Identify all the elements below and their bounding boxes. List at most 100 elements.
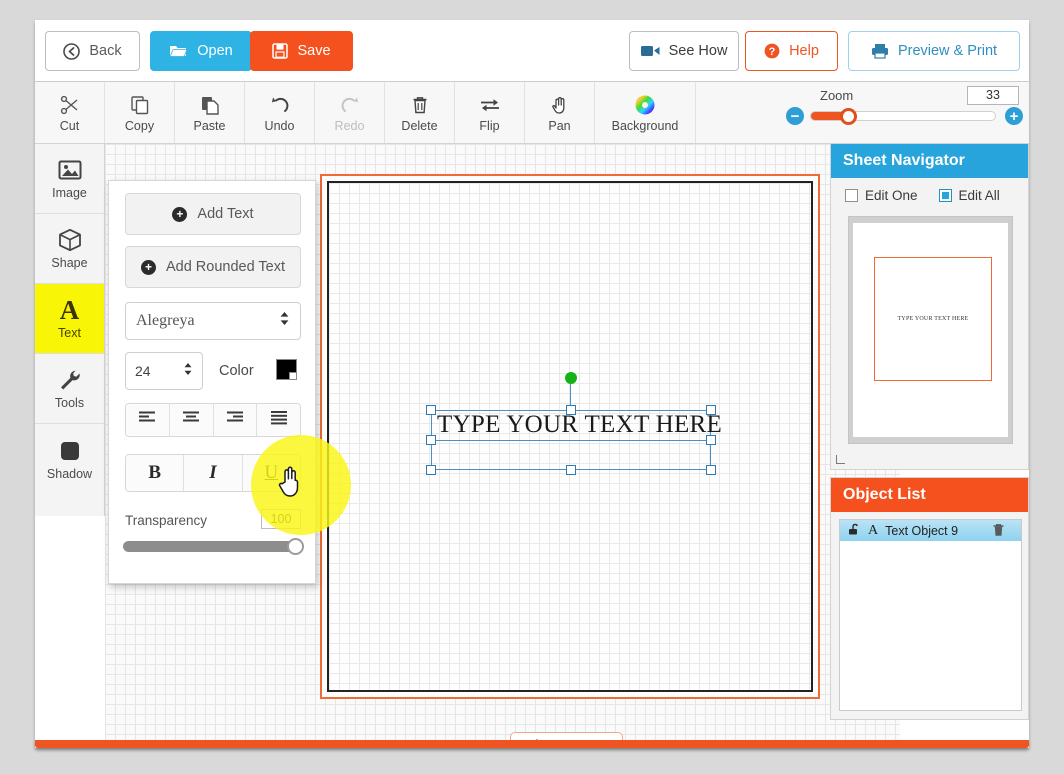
cut-button[interactable]: Cut xyxy=(35,82,105,143)
cut-label: Cut xyxy=(59,118,80,133)
object-list-box[interactable]: A Text Object 9 xyxy=(839,519,1022,711)
edit-mode-options: Edit One Edit All xyxy=(845,188,1000,203)
align-center-button[interactable] xyxy=(169,404,214,436)
paste-button[interactable]: Paste xyxy=(175,82,245,143)
text-color-swatch[interactable] xyxy=(276,359,297,380)
selected-text-object[interactable]: TYPE YOUR TEXT HERE xyxy=(426,372,722,475)
underline-button[interactable]: U xyxy=(242,455,300,491)
font-size-value: 24 xyxy=(135,363,151,379)
flip-arrows-icon xyxy=(479,93,501,117)
help-button-label: Help xyxy=(789,43,819,59)
delete-object-icon[interactable] xyxy=(992,523,1005,540)
object-name: Text Object 9 xyxy=(885,523,959,538)
bold-button[interactable]: B xyxy=(126,455,185,491)
font-family-value: Alegreya xyxy=(136,312,195,329)
resize-handle-ne[interactable] xyxy=(706,405,716,415)
help-button[interactable]: ? Help xyxy=(745,31,838,71)
sidebar-item-label: Image xyxy=(52,186,87,200)
edit-one-checkbox[interactable] xyxy=(845,189,858,202)
see-how-button[interactable]: See How xyxy=(629,31,739,71)
align-justify-button[interactable] xyxy=(257,404,300,436)
edit-one-option[interactable]: Edit One xyxy=(845,188,918,203)
flip-button[interactable]: Flip xyxy=(455,82,525,143)
align-justify-icon xyxy=(269,410,289,430)
folder-open-icon xyxy=(169,43,188,59)
zoom-out-button[interactable]: − xyxy=(786,107,804,125)
font-family-select[interactable]: Alegreya xyxy=(125,302,301,340)
pan-button[interactable]: Pan xyxy=(525,82,595,143)
copy-label: Copy xyxy=(124,118,155,133)
object-list-panel: Object List A Text Object 9 xyxy=(830,477,1029,720)
resize-handle-sw[interactable] xyxy=(426,465,436,475)
app-bottom-accent-bar xyxy=(35,740,1029,748)
transparency-label: Transparency xyxy=(125,513,208,528)
svg-text:?: ? xyxy=(769,46,776,58)
sidebar-item-shape[interactable]: Shape xyxy=(35,214,104,284)
italic-button[interactable]: I xyxy=(184,455,243,491)
selection-midline xyxy=(431,440,711,441)
undo-button[interactable]: Undo xyxy=(245,82,315,143)
edit-all-option[interactable]: Edit All xyxy=(938,188,1000,203)
font-size-stepper[interactable]: 24 xyxy=(125,352,203,390)
zoom-label: Zoom xyxy=(820,88,854,103)
panel-resize-handle[interactable] xyxy=(836,455,845,464)
align-right-button[interactable] xyxy=(213,404,258,436)
add-text-button[interactable]: + Add Text xyxy=(125,193,301,235)
settings-button[interactable]: Settings xyxy=(510,732,623,740)
object-list-title: Object List xyxy=(831,478,1028,512)
transparency-slider-track[interactable] xyxy=(123,538,304,555)
sidebar-item-image[interactable]: Image xyxy=(35,144,104,214)
picture-icon xyxy=(58,157,82,183)
resize-handle-n[interactable] xyxy=(566,405,576,415)
save-button[interactable]: Save xyxy=(250,31,353,71)
save-button-label: Save xyxy=(297,43,331,59)
zoom-slider-track[interactable] xyxy=(810,108,996,125)
transparency-value-input[interactable]: 100 xyxy=(261,509,301,529)
sidebar-item-shadow[interactable]: Shadow xyxy=(35,424,104,494)
copy-button[interactable]: Copy xyxy=(105,82,175,143)
sheet-thumbnail-text: TYPE YOUR TEXT HERE xyxy=(897,316,969,322)
resize-handle-nw[interactable] xyxy=(426,405,436,415)
text-align-group xyxy=(125,403,301,437)
add-rounded-text-button[interactable]: + Add Rounded Text xyxy=(125,246,301,288)
zoom-slider-handle[interactable] xyxy=(840,108,857,125)
list-item[interactable]: A Text Object 9 xyxy=(840,520,1021,541)
sheet-thumbnail[interactable]: TYPE YOUR TEXT HERE xyxy=(853,223,1008,437)
background-button[interactable]: Background xyxy=(595,82,696,143)
preview-print-button[interactable]: Preview & Print xyxy=(848,31,1020,71)
plus-circle-icon: + xyxy=(140,259,156,275)
sheet-thumbnail-page: TYPE YOUR TEXT HERE xyxy=(874,257,992,381)
back-arrow-icon xyxy=(63,42,81,60)
back-button[interactable]: Back xyxy=(45,31,140,71)
unlock-icon[interactable] xyxy=(848,523,861,539)
text-object-content: TYPE YOUR TEXT HERE xyxy=(437,411,723,438)
redo-label: Redo xyxy=(334,118,365,133)
delete-button[interactable]: Delete xyxy=(385,82,455,143)
rotate-handle[interactable] xyxy=(565,372,577,384)
zoom-value-input[interactable]: 33 xyxy=(967,86,1019,105)
chevron-updown-icon xyxy=(183,362,193,381)
sidebar-item-label: Tools xyxy=(54,396,85,410)
transparency-slider-handle[interactable] xyxy=(287,538,304,555)
sidebar-item-label: Shadow xyxy=(46,466,93,481)
open-button[interactable]: Open xyxy=(150,31,252,71)
resize-handle-e[interactable] xyxy=(706,435,716,445)
align-left-icon xyxy=(137,410,157,430)
resize-handle-s[interactable] xyxy=(566,465,576,475)
edit-all-checkbox[interactable] xyxy=(938,189,952,202)
sidebar-item-text[interactable]: A Text xyxy=(35,284,104,354)
align-left-button[interactable] xyxy=(126,404,170,436)
zoom-in-button[interactable]: + xyxy=(1005,107,1023,125)
delete-label: Delete xyxy=(401,118,438,133)
sidebar-item-tools[interactable]: Tools xyxy=(35,354,104,424)
trash-icon xyxy=(410,93,430,117)
resize-handle-w[interactable] xyxy=(426,435,436,445)
sheet-navigator-title: Sheet Navigator xyxy=(831,144,1028,178)
align-right-icon xyxy=(225,410,245,430)
underline-label: U xyxy=(264,462,279,483)
sheet-thumbnail-container[interactable]: TYPE YOUR TEXT HERE xyxy=(848,216,1013,444)
text-tool-panel: + Add Text + Add Rounded Text Alegreya 2… xyxy=(108,180,351,584)
redo-button: Redo xyxy=(315,82,385,143)
resize-handle-se[interactable] xyxy=(706,465,716,475)
plus-circle-icon: + xyxy=(172,206,188,222)
